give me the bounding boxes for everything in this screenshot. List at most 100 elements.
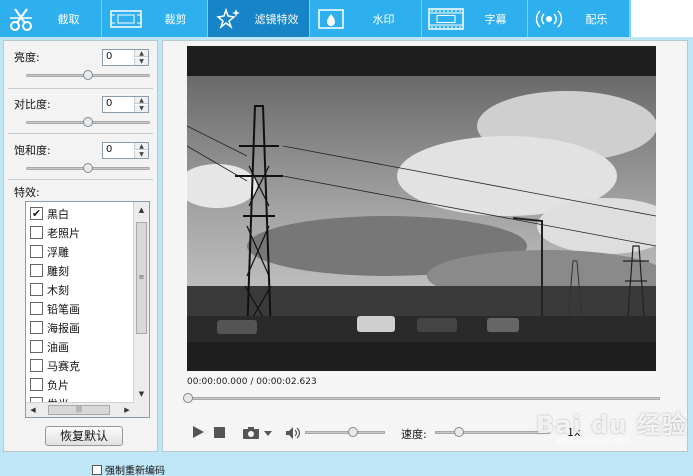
slider-knob[interactable] — [83, 70, 93, 80]
scroll-up-icon[interactable]: ▲ — [134, 202, 149, 218]
effects-list: ✔黑白老照片浮雕雕刻木刻铅笔画海报画油画马赛克负片发光 ▲ ≡ ▼ ◀ ||| … — [25, 201, 150, 418]
effect-checkbox[interactable] — [30, 283, 43, 296]
subtitle-filmstrip-icon — [428, 4, 464, 34]
timecode: 00:00:00.000 / 00:00:02.623 — [187, 377, 317, 387]
effect-item[interactable]: 老照片 — [30, 223, 80, 242]
spin-up-icon[interactable]: ▲ — [134, 97, 148, 104]
effect-item[interactable]: ✔ 黑白 — [30, 204, 69, 223]
tab-filter-effects[interactable]: 滤镜特效 — [208, 0, 310, 37]
effect-label: 海报画 — [47, 321, 80, 335]
tab-music[interactable]: 配乐 — [528, 0, 630, 37]
spin-up-icon[interactable]: ▲ — [134, 143, 148, 150]
spin-up-icon[interactable]: ▲ — [134, 50, 148, 57]
force-reencode-checkbox[interactable] — [92, 464, 102, 475]
effect-label: 浮雕 — [47, 245, 69, 259]
volume-slider[interactable] — [305, 427, 385, 437]
tab-bar: 截取 裁剪 滤镜特效 水印 字幕 配乐 — [0, 0, 693, 37]
effect-checkbox[interactable] — [30, 264, 43, 277]
contrast-slider[interactable] — [26, 117, 150, 127]
effect-label: 马赛克 — [47, 359, 80, 373]
effect-label: 铅笔画 — [47, 302, 80, 316]
tab-watermark[interactable]: 水印 — [310, 0, 422, 37]
saturation-spinbox[interactable]: 0 ▲ ▼ — [102, 142, 149, 159]
effect-checkbox[interactable] — [30, 321, 43, 334]
effect-checkbox[interactable] — [30, 359, 43, 372]
audio-wave-icon — [534, 4, 564, 34]
slider-knob[interactable] — [83, 117, 93, 127]
scroll-right-icon[interactable]: ▶ — [120, 403, 134, 417]
effects-horizontal-scrollbar[interactable]: ◀ ||| ▶ — [26, 402, 134, 417]
spin-down-icon[interactable]: ▼ — [134, 151, 148, 158]
saturation-value: 0 — [106, 144, 113, 155]
contrast-control: 对比度: 0 ▲ ▼ — [4, 88, 157, 134]
effects-label: 特效: — [14, 186, 40, 199]
contrast-value: 0 — [106, 98, 113, 109]
tab-subtitle[interactable]: 字幕 — [422, 0, 528, 37]
spin-down-icon[interactable]: ▼ — [134, 58, 148, 65]
effect-checkbox[interactable] — [30, 340, 43, 353]
stop-icon[interactable] — [214, 427, 225, 441]
brightness-slider[interactable] — [26, 70, 150, 80]
effect-item[interactable]: 木刻 — [30, 280, 69, 299]
effect-item[interactable]: 浮雕 — [30, 242, 69, 261]
spin-down-icon[interactable]: ▼ — [134, 105, 148, 112]
brightness-label: 亮度: — [14, 51, 40, 64]
volume-knob[interactable] — [347, 427, 358, 437]
preview-panel: 00:00:00.000 / 00:00:02.623 速度: 1x — [162, 40, 688, 452]
scroll-corner — [134, 402, 149, 417]
tab-crop[interactable]: 裁剪 — [102, 0, 208, 37]
effects-vertical-scrollbar[interactable]: ▲ ≡ ▼ — [133, 202, 149, 402]
seek-knob[interactable] — [183, 393, 193, 403]
speed-label: 速度: — [401, 428, 427, 441]
effect-label: 黑白 — [47, 207, 69, 221]
effect-checkbox[interactable] — [30, 302, 43, 315]
reset-default-button[interactable]: 恢复默认 — [45, 426, 123, 446]
force-reencode-label: 强制重新编码 — [105, 466, 165, 476]
saturation-control: 饱和度: 0 ▲ ▼ — [4, 134, 157, 180]
slider-knob[interactable] — [83, 163, 93, 173]
contrast-label: 对比度: — [14, 98, 51, 111]
play-icon[interactable] — [192, 425, 205, 442]
scroll-thumb[interactable]: ||| — [48, 405, 110, 415]
effect-label: 老照片 — [47, 226, 80, 240]
camera-snapshot-icon[interactable] — [243, 426, 273, 443]
seek-bar[interactable] — [183, 393, 660, 403]
brightness-spinbox[interactable]: 0 ▲ ▼ — [102, 49, 149, 66]
divider — [8, 179, 153, 180]
speed-slider[interactable] — [435, 427, 550, 437]
tab-trim[interactable]: 截取 — [0, 0, 102, 37]
effect-item[interactable]: 铅笔画 — [30, 299, 80, 318]
effect-checkbox[interactable]: ✔ — [30, 207, 43, 220]
effect-item[interactable]: 油画 — [30, 337, 69, 356]
effect-checkbox[interactable] — [30, 226, 43, 239]
tab-music-label: 配乐 — [585, 12, 608, 26]
volume-icon[interactable] — [285, 426, 301, 443]
effect-checkbox[interactable] — [30, 378, 43, 391]
scroll-down-icon[interactable]: ▼ — [134, 386, 149, 402]
brightness-control: 亮度: 0 ▲ ▼ — [4, 41, 157, 87]
tab-subtitle-label: 字幕 — [484, 12, 507, 26]
tab-watermark-label: 水印 — [372, 12, 395, 26]
force-reencode-option[interactable]: 强制重新编码 — [92, 462, 165, 476]
effect-item[interactable]: 海报画 — [30, 318, 80, 337]
effect-label: 雕刻 — [47, 264, 69, 278]
video-frame — [187, 46, 656, 371]
scroll-thumb[interactable]: ≡ — [136, 222, 147, 334]
tab-crop-label: 裁剪 — [164, 12, 187, 26]
scroll-left-icon[interactable]: ◀ — [26, 403, 40, 417]
saturation-slider[interactable] — [26, 163, 150, 173]
effect-item[interactable]: 负片 — [30, 375, 69, 394]
video-preview[interactable] — [187, 46, 656, 371]
adjust-panel: 亮度: 0 ▲ ▼ 对比度: 0 ▲ ▼ 饱和度: 0 ▲ ▼ 特效: ✔ 黑白老… — [3, 40, 158, 452]
speed-knob[interactable] — [453, 427, 464, 437]
effect-label: 负片 — [47, 378, 69, 392]
effect-checkbox[interactable] — [30, 245, 43, 258]
effect-label: 木刻 — [47, 283, 69, 297]
tab-filter-effects-label: 滤镜特效 — [254, 12, 299, 26]
effect-item[interactable]: 雕刻 — [30, 261, 69, 280]
scissors-icon — [6, 4, 36, 34]
contrast-spinbox[interactable]: 0 ▲ ▼ — [102, 96, 149, 113]
effect-item[interactable]: 马赛克 — [30, 356, 80, 375]
saturation-label: 饱和度: — [14, 144, 51, 157]
watermark-url: jingyan.baidu.com — [556, 436, 630, 445]
